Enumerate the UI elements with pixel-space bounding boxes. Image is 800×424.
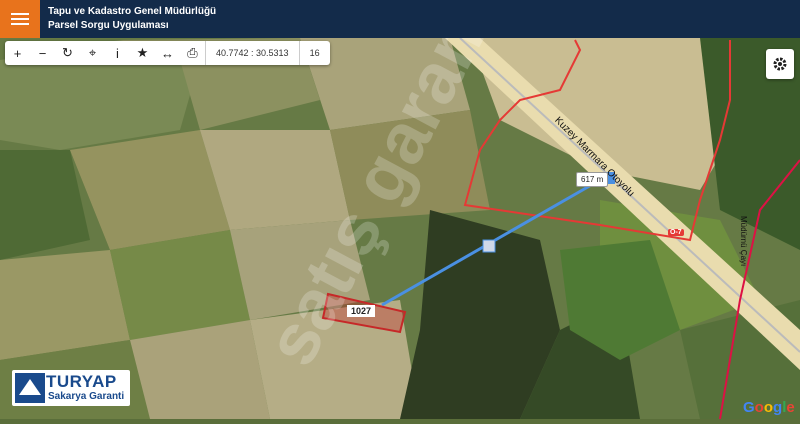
- star-icon[interactable]: ★: [130, 41, 155, 65]
- plus-icon[interactable]: +: [5, 41, 30, 65]
- turyap-logo: TURYAP Sakarya Garanti: [12, 370, 130, 406]
- river-label: Müdürnü Çayı: [739, 216, 748, 267]
- measure-icon[interactable]: ↔: [155, 41, 180, 65]
- zoom-level: 16: [298, 41, 330, 65]
- app-subtitle: Parsel Sorgu Uygulaması: [48, 20, 169, 31]
- google-attribution: Google: [743, 399, 795, 416]
- minus-icon[interactable]: −: [30, 41, 55, 65]
- brand-emblem-icon: [15, 373, 45, 403]
- parcel-number-label[interactable]: 1027: [347, 305, 376, 317]
- map-toolbar: + − ↻ ⌖ i ★ ↔ ⎙ 40.7742 : 30.5313 16: [5, 41, 330, 65]
- app-title: Tapu ve Kadastro Genel Müdürlüğü: [48, 6, 217, 17]
- brand-sub: Sakarya Garanti: [48, 391, 125, 402]
- route-shield: O-7: [668, 229, 684, 236]
- print-icon[interactable]: ⎙: [180, 41, 205, 65]
- brand-name: TURYAP: [46, 372, 117, 391]
- coordinate-readout: 40.7742 : 30.5313: [205, 41, 299, 65]
- menu-icon[interactable]: [0, 0, 40, 38]
- app-header: Tapu ve Kadastro Genel Müdürlüğü Parsel …: [0, 0, 800, 38]
- locate-icon[interactable]: ⌖: [80, 41, 105, 65]
- gear-icon[interactable]: [766, 49, 794, 79]
- info-icon[interactable]: i: [105, 41, 130, 65]
- distance-label: 617 m: [576, 172, 609, 187]
- refresh-icon[interactable]: ↻: [55, 41, 80, 65]
